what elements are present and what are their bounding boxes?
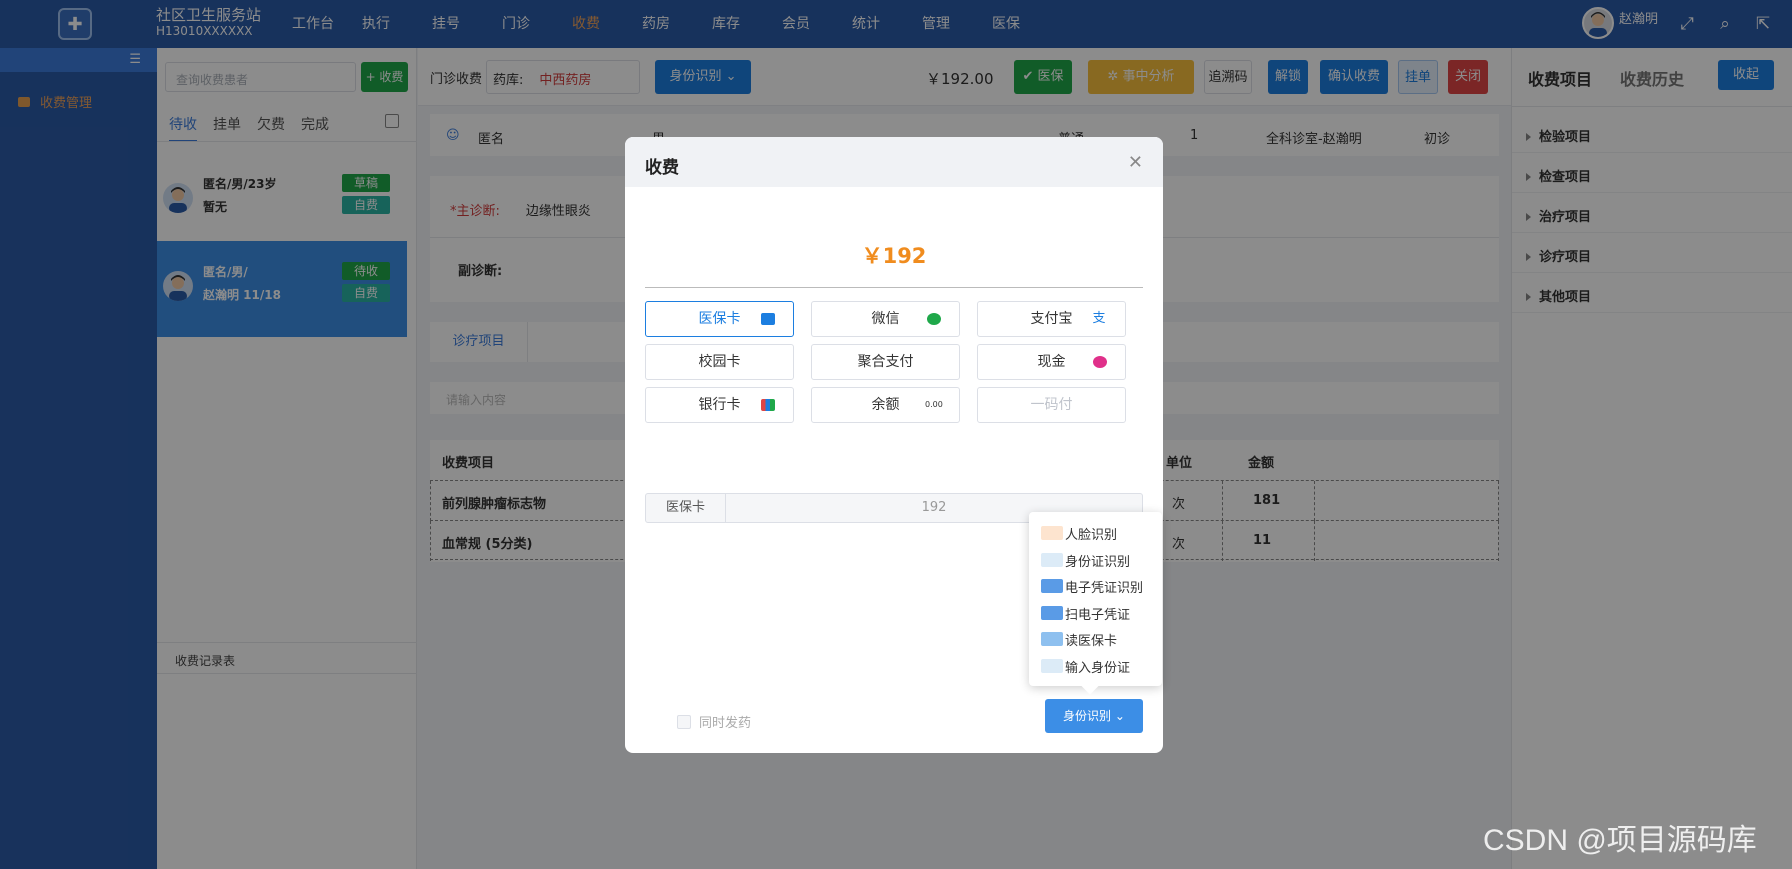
menu-item-input-id[interactable]: 输入身份证 [1041,655,1130,677]
menu-item-label: 人脸识别 [1065,527,1118,543]
barcode-icon [1041,579,1063,593]
menu-item-scan-voucher[interactable]: 扫电子凭证 [1041,602,1130,624]
pay-label: 银行卡 [698,397,741,413]
menu-item-label: 身份证识别 [1065,554,1131,570]
menu-item-label: 扫电子凭证 [1065,607,1131,623]
pay-label: 支付宝 [1030,311,1073,327]
menu-item-read-card[interactable]: 读医保卡 [1041,628,1117,650]
wechat-icon [927,313,941,325]
pay-alipay[interactable]: 支付宝 支 [977,301,1126,337]
pay-aggregate[interactable]: 聚合支付 [811,344,960,380]
checkbox-label: 同时发药 [699,716,752,731]
menu-item-face[interactable]: 人脸识别 [1041,522,1117,544]
menu-item-id-card[interactable]: 身份证识别 [1041,549,1130,571]
id-card-icon [1041,659,1063,673]
pay-bank-card[interactable]: 银行卡 [645,387,794,423]
id-card-icon [1041,553,1063,567]
chevron-down-icon: ⌄ [1114,709,1125,723]
id-card-icon [761,313,775,325]
field-label: 医保卡 [646,494,726,522]
close-icon[interactable]: ✕ [1128,152,1143,173]
pay-one-code[interactable]: 一码付 [977,387,1126,423]
id-button-label: 身份识别 [1063,709,1112,723]
unionpay-icon [761,399,775,411]
pay-wechat[interactable]: 微信 [811,301,960,337]
dispense-checkbox[interactable]: 同时发药 [677,712,751,731]
insurance-card-icon [1041,632,1063,646]
modal-header: 收费 ✕ [625,137,1163,187]
pay-insurance-card[interactable]: 医保卡 [645,301,794,337]
pay-campus-card[interactable]: 校园卡 [645,344,794,380]
alipay-icon: 支 [1092,311,1106,326]
menu-item-label: 电子凭证识别 [1065,580,1144,596]
balance-icon: 0.00 [925,400,943,409]
menu-item-e-voucher[interactable]: 电子凭证识别 [1041,575,1143,597]
pay-label: 医保卡 [698,311,741,327]
payment-amount: ￥192 [861,244,927,268]
modal-title: 收费 [645,158,679,178]
checkbox-box[interactable] [677,714,691,729]
watermark: CSDN @项目源码库 [1483,824,1757,857]
pay-label: 现金 [1037,354,1066,370]
id-recognition-menu: 人脸识别 身份证识别 电子凭证识别 扫电子凭证 读医保卡 输入身份证 [1029,512,1162,695]
menu-item-label: 读医保卡 [1065,633,1118,649]
menu-item-label: 输入身份证 [1065,660,1131,676]
pay-label: 余额 [871,397,900,413]
divider [645,287,1143,288]
pay-cash[interactable]: 现金 [977,344,1126,380]
pay-label: 微信 [871,311,900,327]
face-icon [1041,526,1063,540]
modal-id-recognition-button[interactable]: 身份识别 ⌄ [1045,699,1143,733]
money-bag-icon [1093,356,1107,368]
pay-balance[interactable]: 余额 0.00 [811,387,960,423]
scan-icon [1041,606,1063,620]
